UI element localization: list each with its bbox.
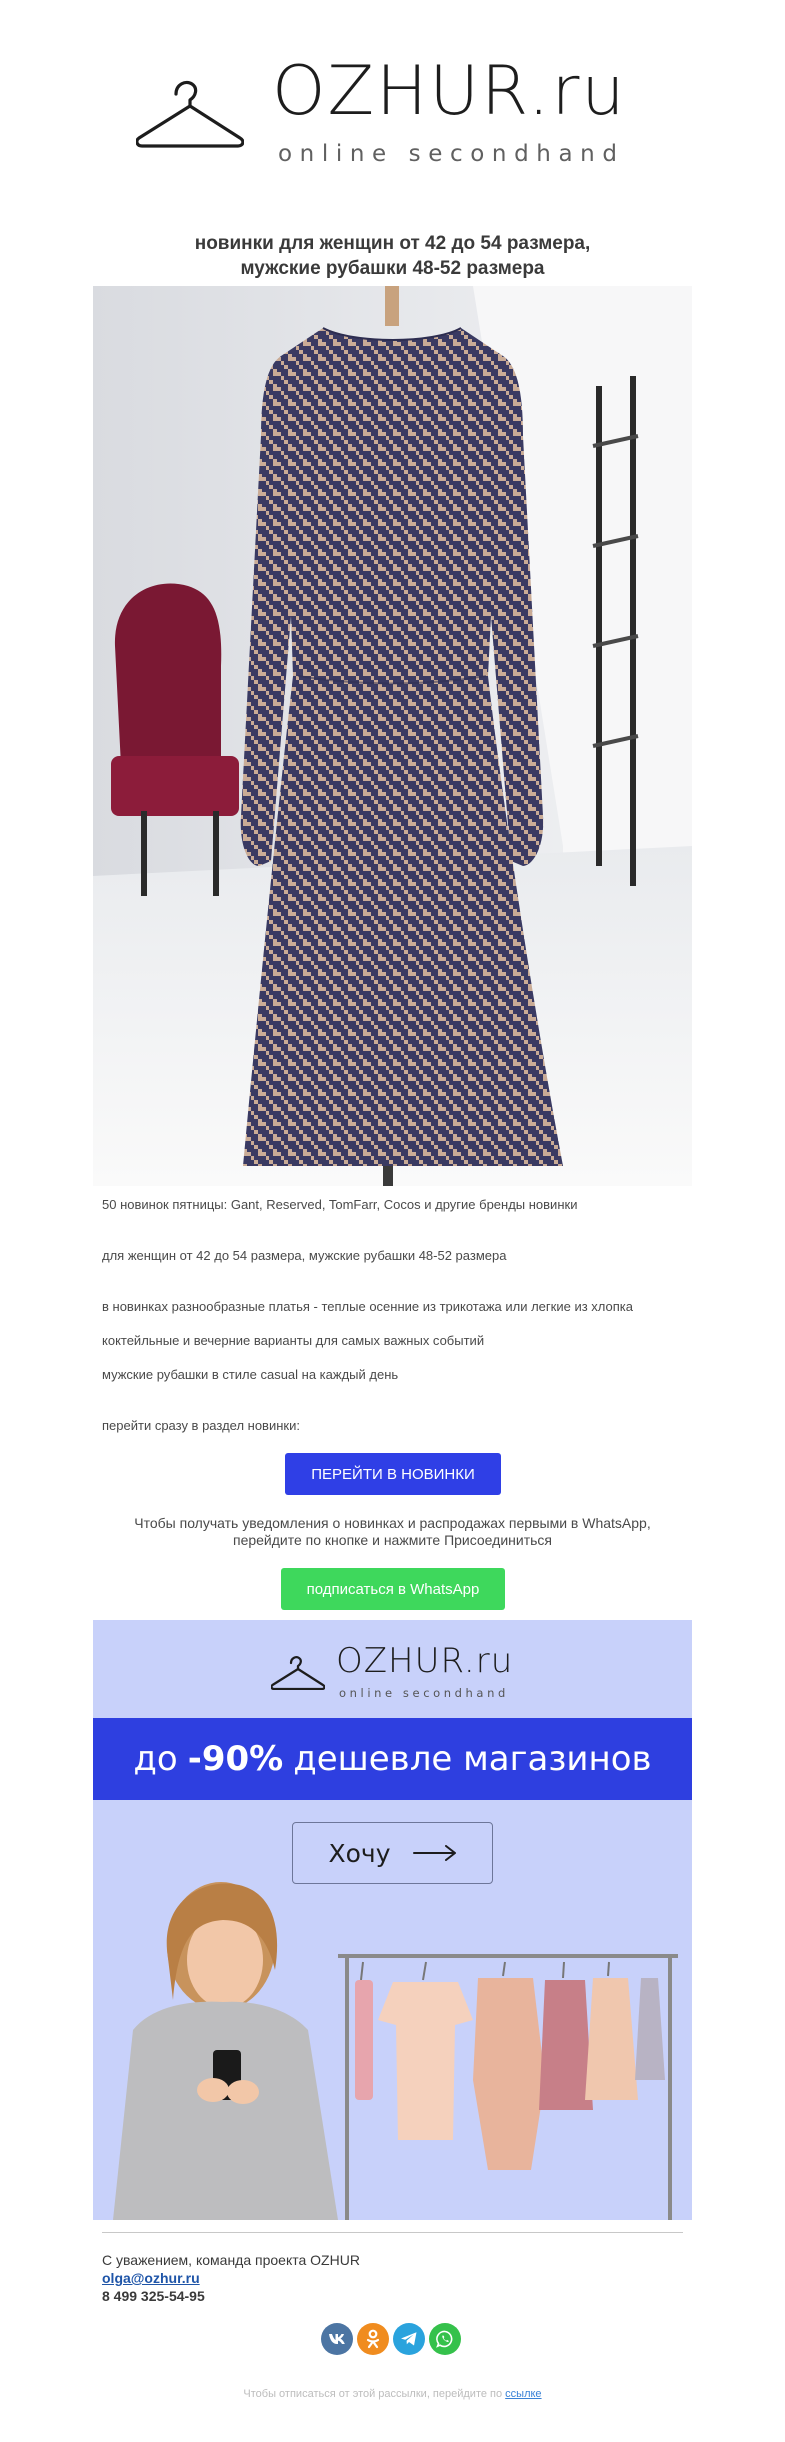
dress-photo-illustration — [93, 286, 692, 1186]
body-paragraph-3: в новинках разнообразные платья - теплые… — [102, 1299, 633, 1314]
whatsapp-note-line-2: перейдите по кнопке и нажмите Присоедини… — [232, 1532, 552, 1548]
whatsapp-icon[interactable] — [429, 2323, 461, 2355]
unsubscribe-link[interactable]: ссылке — [505, 2388, 541, 2400]
footer-divider — [102, 2232, 683, 2233]
contact-phone: 8 499 325-54-95 — [102, 2288, 205, 2304]
hanger-icon — [136, 80, 244, 148]
promo-banner[interactable]: OZHUR.ru online secondhand до -90% дешев… — [93, 1620, 692, 2220]
body-paragraph-6: перейти сразу в раздел новинки: — [102, 1418, 300, 1433]
want-button[interactable]: Хочу — [292, 1822, 493, 1884]
body-paragraph-5: мужские рубашки в стиле casual на каждый… — [102, 1367, 399, 1382]
email-headline: новинки для женщин от 42 до 54 размера, … — [93, 231, 692, 281]
unsubscribe-text: Чтобы отписаться от этой рассылки, перей… — [243, 2388, 503, 2400]
headline-line-1: новинки для женщин от 42 до 54 размера, — [194, 233, 591, 254]
brand-name: OZHUR.ru — [272, 52, 627, 131]
telegram-icon[interactable] — [393, 2323, 425, 2355]
vk-icon[interactable] — [321, 2323, 353, 2355]
headline-line-2: мужские рубашки 48-52 размера — [240, 258, 545, 279]
arrow-right-icon — [412, 1845, 456, 1861]
go-to-new-arrivals-button[interactable]: ПЕРЕЙТИ В НОВИНКИ — [285, 1453, 501, 1495]
regards-text: С уважением, команда проекта OZHUR — [102, 2252, 360, 2268]
brand-logo[interactable]: OZHUR.ru online secondhand — [0, 0, 785, 195]
hero-dress-photo[interactable] — [93, 286, 692, 1186]
body-paragraph-2: для женщин от 42 до 54 размера, мужские … — [102, 1248, 507, 1263]
odnoklassniki-icon[interactable] — [357, 2323, 389, 2355]
promo-brand-tagline: online secondhand — [339, 1686, 509, 1700]
promo-suffix: дешевле магазинов — [293, 1739, 652, 1779]
promo-brand-name: OZHUR.ru — [336, 1641, 514, 1681]
subscribe-whatsapp-button[interactable]: подписаться в WhatsApp — [281, 1568, 505, 1610]
promo-discount-band: до -90% дешевле магазинов — [93, 1718, 692, 1800]
whatsapp-note-line-1: Чтобы получать уведомления о новинках и … — [134, 1515, 651, 1531]
brand-tagline: online secondhand — [278, 141, 625, 167]
contact-email-link[interactable]: olga@ozhur.ru — [102, 2270, 200, 2286]
whatsapp-note: Чтобы получать уведомления о новинках и … — [93, 1515, 692, 1549]
promo-prefix: до — [133, 1739, 178, 1779]
hanger-icon — [271, 1656, 325, 1690]
promo-illustration — [113, 1882, 678, 2220]
body-paragraph-4: коктейльные и вечерние варианты для самы… — [102, 1333, 485, 1348]
unsubscribe-note: Чтобы отписаться от этой рассылки, перей… — [93, 2388, 692, 2400]
want-button-label: Хочу — [328, 1838, 391, 1868]
body-paragraph-1: 50 новинок пятницы: Gant, Reserved, TomF… — [102, 1197, 578, 1212]
social-links — [321, 2323, 461, 2355]
promo-discount-value: -90% — [187, 1739, 284, 1779]
